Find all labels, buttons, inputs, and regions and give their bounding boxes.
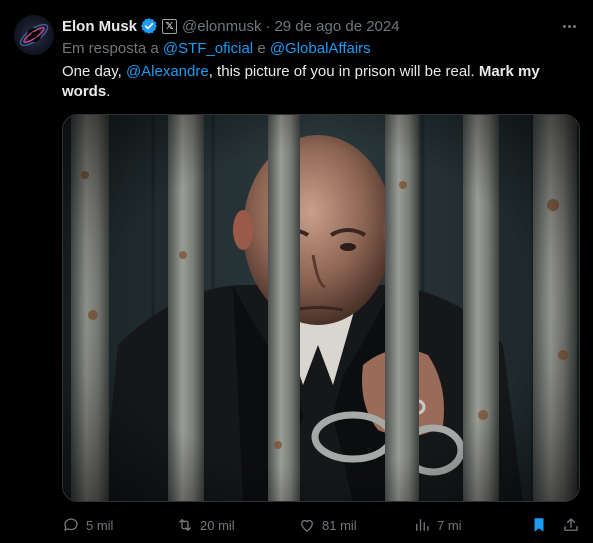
share-button[interactable] <box>562 516 580 534</box>
reply-mention-globalaffairs[interactable]: @GlobalAffairs <box>270 40 371 57</box>
bookmark-button[interactable] <box>530 516 548 534</box>
retweet-icon <box>179 519 191 531</box>
tweet-date[interactable]: 29 de ago de 2024 <box>274 18 399 35</box>
tweet-text-part-1: One day, <box>62 63 126 80</box>
heart-icon <box>301 519 313 532</box>
x-logo-icon[interactable]: 𝕏 <box>162 18 178 34</box>
tweet-text-end: . <box>106 83 111 100</box>
more-icon[interactable] <box>559 16 579 36</box>
separator: · <box>265 17 271 35</box>
retweet-count: 20 mil <box>200 517 235 533</box>
reply-context: Em resposta a @STF_oficial e @GlobalAffa… <box>62 40 371 57</box>
action-bar: 5 mil 20 mil 81 mil 7 mi <box>62 514 579 536</box>
like-button[interactable]: 81 mil <box>298 516 357 534</box>
views-count: 7 mi <box>437 517 462 533</box>
author-name[interactable]: Elon Musk <box>62 18 137 35</box>
reply-conjunction: e <box>257 40 266 57</box>
retweet-button[interactable]: 20 mil <box>176 516 235 534</box>
reply-icon <box>64 518 78 531</box>
avatar-image <box>19 23 49 47</box>
reply-button[interactable]: 5 mil <box>62 516 113 534</box>
reply-mention-stf[interactable]: @STF_oficial <box>163 40 253 57</box>
tweet-text: One day, @Alexandre, this picture of you… <box>62 62 562 102</box>
verified-badge-icon[interactable] <box>140 17 158 35</box>
prison-photo <box>63 115 579 501</box>
reply-count: 5 mil <box>86 517 114 533</box>
bookmark-icon <box>534 518 544 532</box>
views-button[interactable]: 7 mi <box>413 516 462 534</box>
tweet-media-image[interactable] <box>62 114 580 502</box>
share-icon <box>564 518 578 531</box>
tweet-header: Elon Musk 𝕏 @elonmusk · 29 de ago de 202… <box>62 16 579 36</box>
views-chart-icon <box>416 519 429 531</box>
like-count: 81 mil <box>322 517 357 533</box>
reply-prefix: Em resposta a <box>62 40 159 57</box>
tweet-mention-alexandre[interactable]: @Alexandre <box>126 63 209 80</box>
author-handle[interactable]: @elonmusk <box>182 18 261 35</box>
avatar[interactable] <box>14 15 54 55</box>
tweet-text-part-2: , this picture of you in prison will be … <box>208 63 479 80</box>
